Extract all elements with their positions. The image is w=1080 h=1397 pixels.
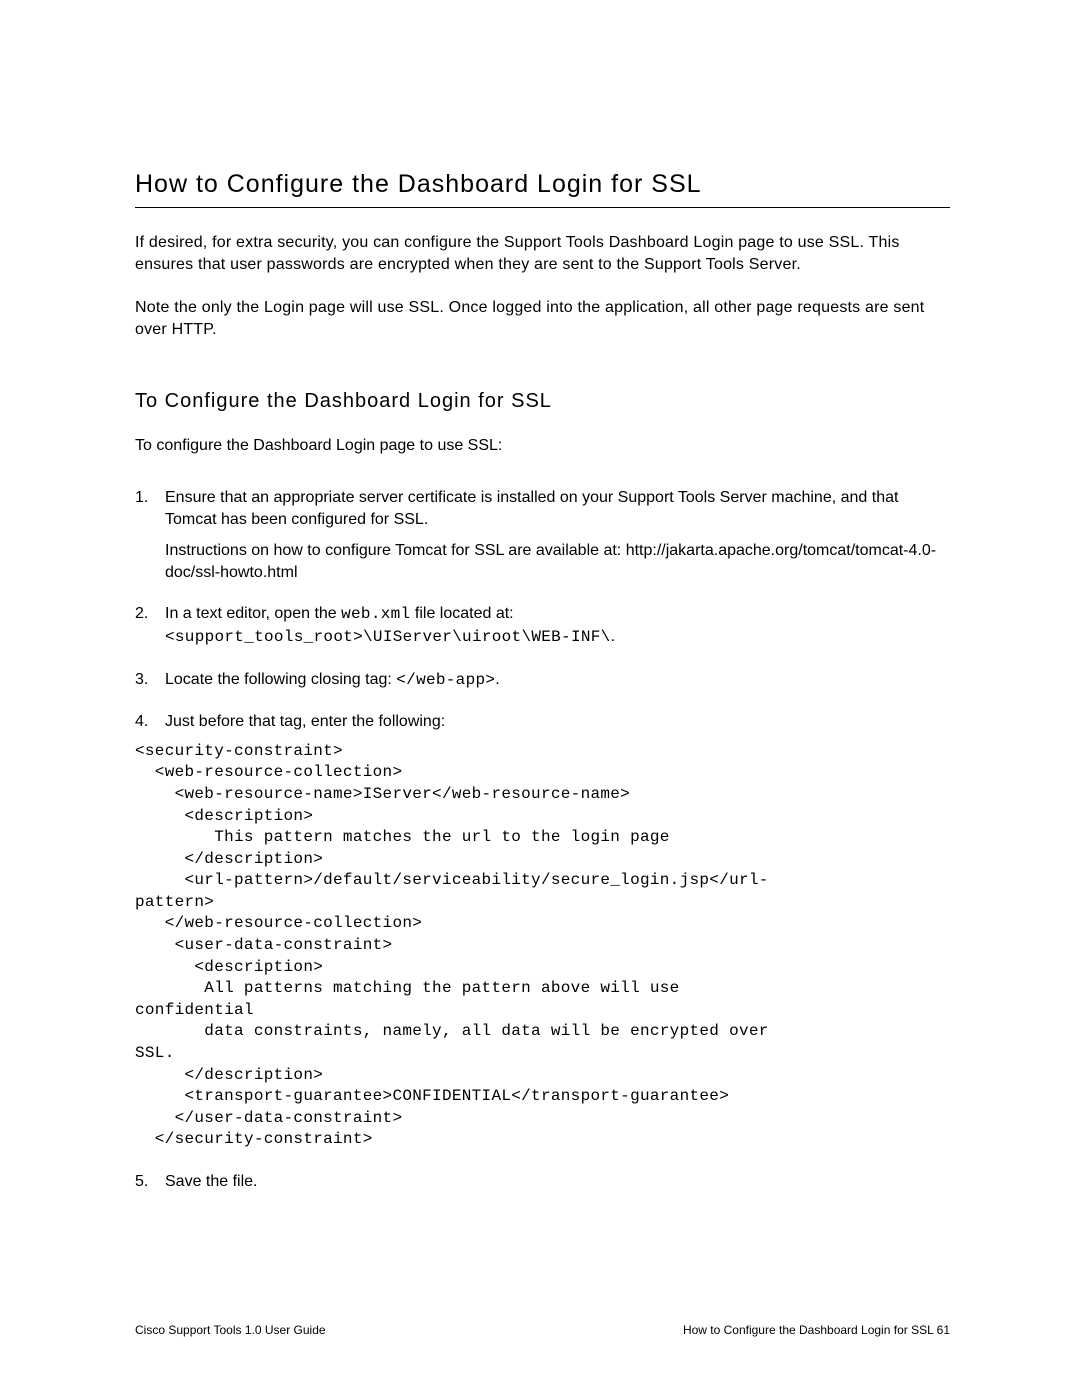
step-number: 4. xyxy=(135,711,148,733)
footer-left: Cisco Support Tools 1.0 User Guide xyxy=(135,1323,326,1337)
step-number: 2. xyxy=(135,603,148,625)
step-text-b: . xyxy=(495,671,499,688)
page-content: How to Configure the Dashboard Login for… xyxy=(0,0,1080,1193)
step-text: Save the file. xyxy=(165,1173,258,1190)
step-text: Ensure that an appropriate server certif… xyxy=(165,489,898,528)
code-block: <security-constraint> <web-resource-coll… xyxy=(135,741,950,1151)
step-4: 4. Just before that tag, enter the follo… xyxy=(135,711,950,1151)
inline-code-path: <support_tools_root>\UIServer\uiroot\WEB… xyxy=(165,628,611,646)
footer-right: How to Configure the Dashboard Login for… xyxy=(683,1323,950,1337)
step-1: 1. Ensure that an appropriate server cer… xyxy=(135,487,950,583)
inline-code: web.xml xyxy=(341,605,410,623)
step-text: Just before that tag, enter the followin… xyxy=(165,713,445,730)
step-text-a: Locate the following closing tag: xyxy=(165,671,396,688)
step-5: 5. Save the file. xyxy=(135,1171,950,1193)
steps-list: 1. Ensure that an appropriate server cer… xyxy=(135,487,950,1193)
section-heading: To Configure the Dashboard Login for SSL xyxy=(135,390,950,413)
page-title: How to Configure the Dashboard Login for… xyxy=(135,170,950,199)
step-2: 2. In a text editor, open the web.xml fi… xyxy=(135,603,950,648)
step-text-a: In a text editor, open the xyxy=(165,605,341,622)
page-footer: Cisco Support Tools 1.0 User Guide How t… xyxy=(135,1323,950,1337)
step-3: 3. Locate the following closing tag: </w… xyxy=(135,669,950,692)
step-number: 3. xyxy=(135,669,148,691)
title-rule xyxy=(135,207,950,208)
section-lead: To configure the Dashboard Login page to… xyxy=(135,435,950,457)
step-text-c: . xyxy=(611,628,615,645)
inline-code: </web-app> xyxy=(396,671,495,689)
step-text-b: file located at: xyxy=(410,605,513,622)
step-number: 5. xyxy=(135,1171,148,1193)
step-subtext: Instructions on how to configure Tomcat … xyxy=(165,540,950,583)
intro-paragraph-1: If desired, for extra security, you can … xyxy=(135,232,950,275)
intro-paragraph-2: Note the only the Login page will use SS… xyxy=(135,297,950,340)
step-number: 1. xyxy=(135,487,148,509)
